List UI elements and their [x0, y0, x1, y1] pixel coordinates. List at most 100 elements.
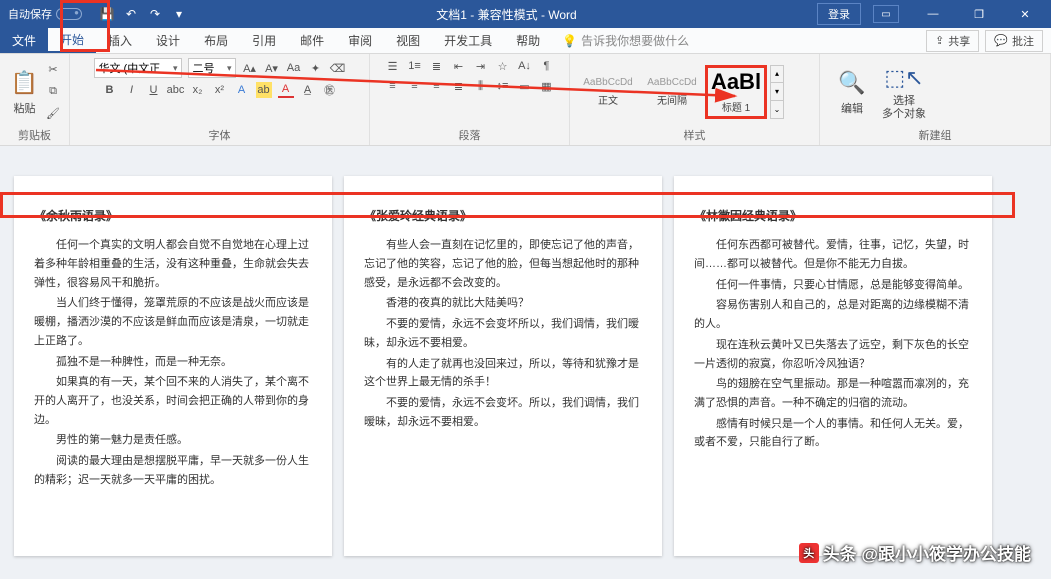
- select-multi-label: 选择 多个对象: [882, 95, 926, 119]
- line-spacing-icon[interactable]: ↕≡: [495, 78, 511, 94]
- shrink-font-icon[interactable]: A▾: [264, 60, 280, 76]
- body-text: 鸟的翅膀在空气里振动。那是一种喧嚣而凛冽的，充满了恐惧的声音。一种不确定的归宿的…: [694, 375, 972, 412]
- close-button[interactable]: ✕: [1003, 0, 1047, 28]
- style-gallery-scroll[interactable]: ▴▾⌄: [770, 65, 784, 119]
- strike-button[interactable]: abc: [168, 82, 184, 98]
- text-effects-icon[interactable]: A: [234, 82, 250, 98]
- phonetic-guide-icon[interactable]: ✦: [308, 60, 324, 76]
- numbering-icon[interactable]: 1≡: [407, 58, 423, 74]
- undo-icon[interactable]: ↶: [124, 7, 138, 21]
- clipboard-group-label: 剪贴板: [8, 125, 61, 143]
- body-text: 有的人走了就再也没回来过，所以，等待和犹豫才是这个世界上最无情的杀手！: [364, 355, 642, 392]
- edit-button[interactable]: 🔍 编辑: [828, 68, 876, 116]
- minimize-button[interactable]: —: [911, 0, 955, 28]
- font-group-label: 字体: [78, 125, 361, 143]
- tab-mailings[interactable]: 邮件: [288, 28, 336, 53]
- tab-developer[interactable]: 开发工具: [432, 28, 504, 53]
- increase-indent-icon[interactable]: ⇥: [473, 58, 489, 74]
- share-button[interactable]: ⇪ 共享: [926, 30, 979, 52]
- align-right-icon[interactable]: ≡: [429, 78, 445, 94]
- subscript-button[interactable]: x₂: [190, 82, 206, 98]
- decrease-indent-icon[interactable]: ⇤: [451, 58, 467, 74]
- body-text: 香港的夜真的就比大陆美吗？: [364, 294, 642, 313]
- justify-icon[interactable]: ≣: [451, 78, 467, 94]
- paste-button[interactable]: 📋 粘贴: [8, 68, 41, 116]
- underline-button[interactable]: U: [146, 82, 162, 98]
- change-case-icon[interactable]: Aa: [286, 60, 302, 76]
- font-color-icon[interactable]: A: [278, 82, 294, 98]
- style-nospacing[interactable]: AaBbCcDd 无间隔: [642, 66, 702, 118]
- tab-file[interactable]: 文件: [0, 28, 48, 53]
- body-text: 不要的爱情，永远不会变坏所以，我们调情，我们暧昧，却永远不要相爱。: [364, 315, 642, 352]
- highlight-icon[interactable]: ab: [256, 82, 272, 98]
- tell-me-label: 告诉我你想要做什么: [581, 32, 689, 49]
- body-text: 孤独不是一种脾性，而是一种无奈。: [34, 353, 312, 372]
- font-name-combo[interactable]: 华文 (中文正: [94, 58, 182, 78]
- body-text: 如果真的有一天，某个回不来的人消失了，某个离不开的人离开了，也没关系，时间会把正…: [34, 373, 312, 429]
- redo-icon[interactable]: ↷: [148, 7, 162, 21]
- select-multi-button[interactable]: ⬚↖ 选择 多个对象: [880, 63, 928, 119]
- enclosed-char-icon[interactable]: ㊩: [322, 82, 338, 98]
- tab-design[interactable]: 设计: [144, 28, 192, 53]
- style-heading1[interactable]: AaBl 标题 1: [706, 66, 766, 118]
- edit-label: 编辑: [841, 100, 863, 116]
- clipboard-icon: 📋: [10, 68, 40, 98]
- find-icon: 🔍: [837, 68, 867, 98]
- comments-label: 批注: [1012, 33, 1034, 49]
- format-painter-icon[interactable]: 🖌: [45, 106, 61, 122]
- superscript-button[interactable]: x²: [212, 82, 228, 98]
- body-text: 有些人会一直刻在记忆里的，即使忘记了他的声音，忘记了他的笑容，忘记了他的脸，但每…: [364, 236, 642, 292]
- copy-icon[interactable]: ⧉: [45, 84, 61, 100]
- style-normal[interactable]: AaBbCcDd 正文: [578, 66, 638, 118]
- borders-icon[interactable]: ▦: [539, 78, 555, 94]
- char-border-icon[interactable]: A̲: [300, 82, 316, 98]
- share-label: 共享: [948, 33, 970, 49]
- body-text: 感情有时候只是一个人的事情。和任何人无关。爱，或者不爱，只能自行了断。: [694, 415, 972, 452]
- qat-more-icon[interactable]: ▾: [172, 7, 186, 21]
- body-text: 任何一个真实的文明人都会自觉不自觉地在心理上过着多种年龄相重叠的生活，没有这种重…: [34, 236, 312, 292]
- select-objects-icon: ⬚↖: [889, 63, 919, 93]
- share-icon: ⇪: [935, 34, 944, 47]
- restore-button[interactable]: ❐: [957, 0, 1001, 28]
- comment-icon: 💬: [994, 34, 1008, 47]
- tell-me[interactable]: 💡 告诉我你想要做什么: [562, 28, 689, 53]
- align-center-icon[interactable]: ≡: [407, 78, 423, 94]
- ribbon-options-icon[interactable]: ▭: [873, 5, 899, 23]
- shading-icon[interactable]: ▭: [517, 78, 533, 94]
- style-name: 无间隔: [657, 92, 687, 107]
- italic-button[interactable]: I: [124, 82, 140, 98]
- bullets-icon[interactable]: ☰: [385, 58, 401, 74]
- multilevel-icon[interactable]: ≣: [429, 58, 445, 74]
- annotation-style-highlight: [705, 65, 767, 119]
- tab-review[interactable]: 审阅: [336, 28, 384, 53]
- tab-view[interactable]: 视图: [384, 28, 432, 53]
- cut-icon[interactable]: ✂: [45, 62, 61, 78]
- style-preview: AaBbCcDd: [647, 77, 696, 88]
- body-text: 男性的第一魅力是责任感。: [34, 431, 312, 450]
- newgroup-label: 新建组: [828, 125, 1042, 143]
- comments-button[interactable]: 💬 批注: [985, 30, 1043, 52]
- bold-button[interactable]: B: [102, 82, 118, 98]
- tab-help[interactable]: 帮助: [504, 28, 552, 53]
- asian-layout-icon[interactable]: ☆: [495, 58, 511, 74]
- autosave-label: 自动保存: [8, 6, 52, 22]
- page-2: 《张爱玲经典语录》 有些人会一直刻在记忆里的，即使忘记了他的声音，忘记了他的笑容…: [344, 176, 662, 556]
- distributed-icon[interactable]: ⫼: [473, 78, 489, 94]
- align-left-icon[interactable]: ≡: [385, 78, 401, 94]
- login-button[interactable]: 登录: [817, 3, 861, 25]
- tab-references[interactable]: 引用: [240, 28, 288, 53]
- clear-format-icon[interactable]: ⌫: [330, 60, 346, 76]
- show-marks-icon[interactable]: ¶: [539, 58, 555, 74]
- grow-font-icon[interactable]: A▴: [242, 60, 258, 76]
- font-size-combo[interactable]: 二号: [188, 58, 236, 78]
- sort-icon[interactable]: A↓: [517, 58, 533, 74]
- body-text: 阅读的最大理由是想摆脱平庸，早一天就多一份人生的精彩；迟一天就多一天平庸的困扰。: [34, 452, 312, 489]
- tab-layout[interactable]: 布局: [192, 28, 240, 53]
- body-text: 当人们终于懂得，笼罩荒原的不应该是战火而应该是暖棚，播洒沙漠的不应该是鲜血而应该…: [34, 294, 312, 350]
- annotation-headings-highlight: [0, 192, 1015, 218]
- style-name: 正文: [598, 92, 618, 107]
- watermark-text: 头条 @跟小小筱学办公技能: [823, 540, 1031, 565]
- page-3: 《林徽因经典语录》 任何东西都可被替代。爱情，往事，记忆，失望，时间……都可以被…: [674, 176, 992, 556]
- watermark-icon: 头: [799, 543, 819, 563]
- body-text: 容易伤害别人和自己的，总是对距离的边缘模糊不清的人。: [694, 296, 972, 333]
